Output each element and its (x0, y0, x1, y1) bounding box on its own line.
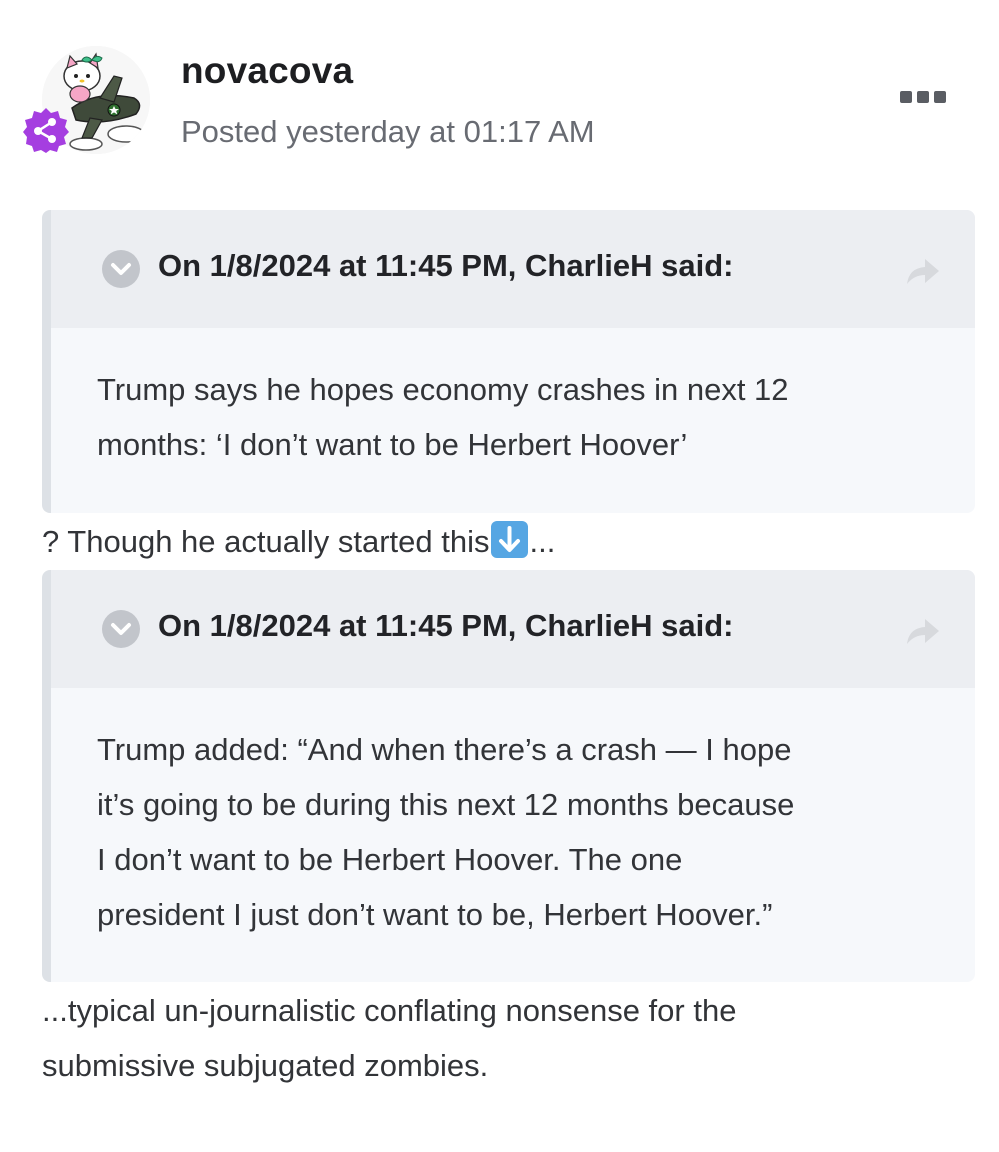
quote-citation: On 1/8/2024 at 11:45 PM, CharlieH said: (158, 248, 734, 283)
share-nodes-icon (22, 106, 70, 154)
quote-line: I don’t want to be Herbert Hoover. The o… (97, 842, 683, 877)
author-name[interactable]: novacova (181, 50, 353, 92)
ellipsis-icon (934, 91, 946, 103)
quote-content: Trump says he hopes economy crashes in n… (51, 328, 975, 472)
quote-header: On 1/8/2024 at 11:45 PM, CharlieH said: (51, 570, 975, 688)
chevron-down-icon[interactable] (102, 610, 140, 648)
quote-block: On 1/8/2024 at 11:45 PM, CharlieH said: … (42, 570, 975, 982)
post-text: ? Though he actually started this (42, 524, 490, 559)
quote-content: Trump added: “And when there’s a crash —… (51, 688, 975, 942)
quote-line: it’s going to be during this next 12 mon… (97, 787, 795, 822)
more-options-button[interactable] (900, 86, 946, 108)
down-arrow-emoji-icon (490, 521, 528, 558)
quote-line: Trump added: “And when there’s a crash —… (97, 732, 792, 767)
post-text-line: ...typical un-journalistic conflating no… (42, 993, 737, 1028)
post-text-block: ...typical un-journalistic conflating no… (42, 983, 736, 1093)
post-text-line: submissive subjugated zombies. (42, 1048, 489, 1083)
post-text-line: ? Though he actually started this... (42, 514, 555, 569)
post-container: novacova Posted yesterday at 01:17 AM On… (0, 0, 999, 1152)
share-arrow-icon[interactable] (903, 614, 943, 648)
quote-line: Trump says he hopes economy crashes in n… (97, 372, 789, 407)
post-timestamp[interactable]: Posted yesterday at 01:17 AM (181, 114, 595, 150)
ellipsis-icon (917, 91, 929, 103)
chevron-down-icon[interactable] (102, 250, 140, 288)
author-avatar-wrap[interactable] (22, 46, 152, 158)
quote-block: On 1/8/2024 at 11:45 PM, CharlieH said: … (42, 210, 975, 513)
quote-line: president I just don’t want to be, Herbe… (97, 897, 773, 932)
quote-line: months: ‘I don’t want to be Herbert Hoov… (97, 427, 688, 462)
share-arrow-icon[interactable] (903, 254, 943, 288)
post-text: ... (529, 524, 556, 559)
quote-citation: On 1/8/2024 at 11:45 PM, CharlieH said: (158, 608, 734, 643)
ellipsis-icon (900, 91, 912, 103)
quote-header: On 1/8/2024 at 11:45 PM, CharlieH said: (51, 210, 975, 328)
